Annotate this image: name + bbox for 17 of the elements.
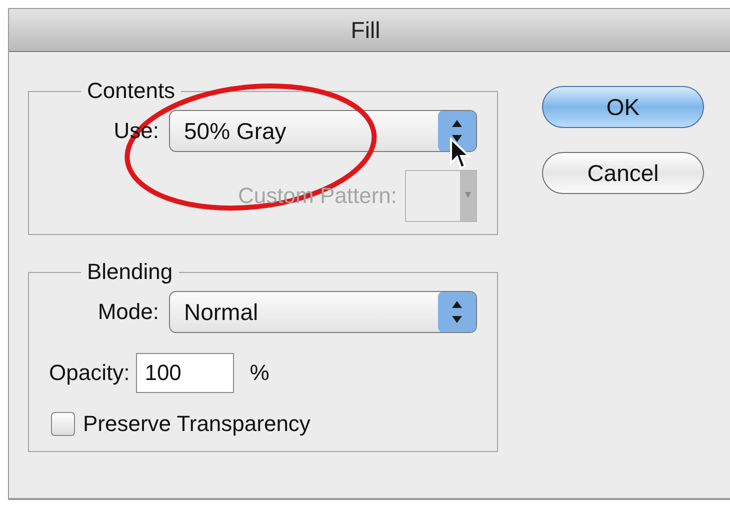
opacity-label: Opacity:	[49, 360, 130, 386]
group-title: Blending	[86, 259, 174, 285]
opacity-field[interactable]: 100	[136, 353, 234, 393]
mode-dropdown[interactable]: Normal	[169, 291, 477, 333]
dropdown-arrows-icon	[438, 292, 476, 332]
percent-unit: %	[250, 360, 270, 386]
mode-label: Mode:	[98, 299, 159, 325]
use-dropdown[interactable]: 50% Gray	[169, 110, 477, 152]
default-button[interactable]: OK	[542, 86, 704, 128]
preserve-transparency-checkbox[interactable]	[51, 412, 75, 436]
caret-icon	[460, 171, 476, 221]
dropdown-arrows-icon	[438, 111, 476, 151]
window-title: Fill	[350, 16, 380, 44]
preserve-transparency-label: Preserve Transparency	[83, 411, 310, 437]
pointer-cursor-icon	[449, 137, 471, 171]
group-title: Contents	[86, 78, 176, 104]
dialog-button[interactable]: Cancel	[542, 152, 704, 194]
